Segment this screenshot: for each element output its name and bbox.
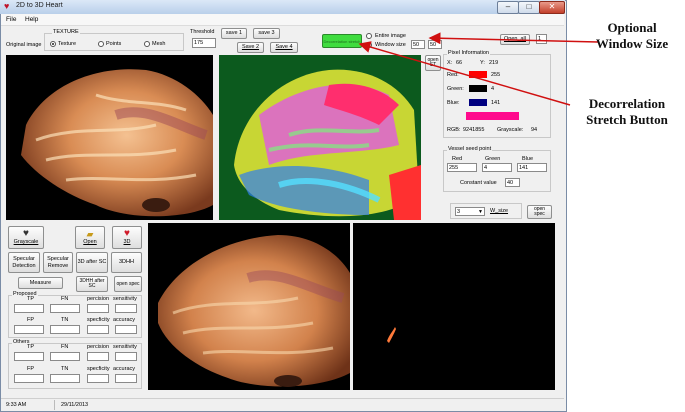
annotation-line-3: Decorrelation [588,96,666,111]
annotation-line-4: Stretch Button [586,112,668,127]
optional-window-size-annotation: Optional Window Size [580,20,684,52]
dsb-arrow [358,41,571,106]
annotation-arrows [358,32,599,106]
window-size-arrow [428,32,599,45]
annotation-line-1: Optional [607,20,657,35]
decorrelation-stretch-annotation: Decorrelation Stretch Button [570,96,684,128]
annotation-line-2: Window Size [595,36,669,51]
